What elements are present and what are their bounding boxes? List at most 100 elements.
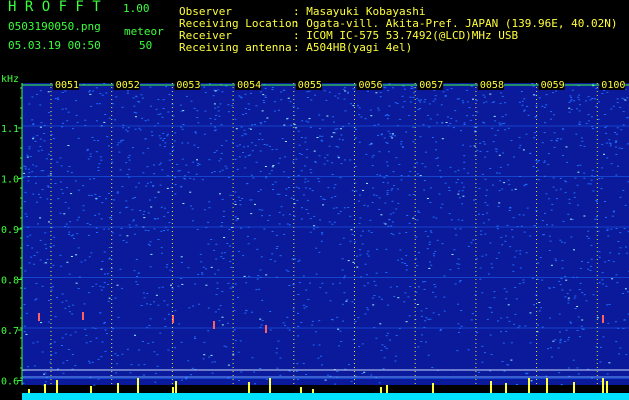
noise-dot <box>228 176 231 178</box>
noise-dot <box>444 182 447 184</box>
noise-dot <box>321 233 324 235</box>
noise-dot <box>622 293 624 294</box>
noise-dot <box>343 207 346 209</box>
noise-dot <box>426 198 429 199</box>
noise-dot <box>77 137 80 139</box>
noise-dot <box>526 207 529 209</box>
noise-dot <box>349 215 352 217</box>
noise-dot <box>31 119 34 121</box>
noise-dot <box>89 153 92 155</box>
noise-dot <box>65 108 68 110</box>
noise-dot <box>173 140 176 142</box>
noise-dot <box>23 287 26 289</box>
noise-dot <box>383 86 386 88</box>
noise-dot <box>321 232 324 234</box>
noise-dot <box>612 261 615 263</box>
noise-dot <box>338 93 341 95</box>
noise-dot <box>575 133 578 135</box>
noise-dot <box>378 296 381 298</box>
noise-dot <box>300 154 303 156</box>
noise-dot <box>109 217 112 219</box>
noise-dot <box>218 115 221 117</box>
noise-dot <box>95 151 98 153</box>
noise-dot <box>32 124 35 126</box>
noise-dot <box>184 178 186 180</box>
noise-dot <box>577 96 580 98</box>
noise-dot <box>31 171 34 173</box>
noise-dot <box>583 294 586 296</box>
noise-dot <box>344 90 347 92</box>
noise-dot <box>514 313 517 315</box>
noise-dot <box>508 210 511 211</box>
noise-dot <box>243 146 246 148</box>
noise-dot <box>609 143 612 145</box>
noise-dot <box>88 234 90 236</box>
noise-dot <box>551 203 554 205</box>
noise-dot <box>458 98 460 100</box>
noise-dot <box>52 264 55 266</box>
noise-dot <box>483 122 486 124</box>
noise-dot <box>275 248 278 249</box>
noise-dot <box>201 272 204 274</box>
noise-dot <box>23 304 26 306</box>
noise-dot <box>385 347 388 349</box>
noise-dot <box>61 108 64 110</box>
noise-dot <box>501 95 504 97</box>
noise-dot <box>536 169 539 171</box>
noise-dot <box>194 131 197 133</box>
meteor-echo <box>213 321 215 329</box>
noise-dot <box>425 307 428 309</box>
noise-dot <box>248 275 251 277</box>
noise-dot <box>273 110 276 112</box>
noise-dot <box>400 175 403 176</box>
noise-dot <box>239 200 242 201</box>
noise-dot <box>394 135 396 137</box>
noise-dot <box>307 299 310 300</box>
noise-dot <box>114 353 117 355</box>
noise-dot <box>624 204 627 206</box>
noise-dot <box>334 128 337 130</box>
noise-dot <box>547 153 550 155</box>
noise-dot <box>496 225 499 227</box>
noise-dot <box>578 289 581 291</box>
noise-dot <box>92 90 95 92</box>
noise-dot <box>140 94 143 96</box>
noise-dot <box>573 297 576 299</box>
noise-dot <box>386 114 389 116</box>
noise-dot <box>40 149 43 151</box>
noise-dot <box>319 196 322 198</box>
noise-dot <box>67 145 70 146</box>
noise-dot <box>159 144 162 146</box>
noise-dot <box>96 232 98 233</box>
noise-dot <box>36 341 39 343</box>
noise-dot <box>39 126 42 128</box>
noise-dot <box>577 316 580 318</box>
noise-dot <box>388 219 391 221</box>
noise-dot <box>219 171 221 173</box>
noise-dot <box>597 118 600 120</box>
noise-dot <box>391 134 394 136</box>
noise-dot <box>385 272 388 273</box>
noise-dot <box>569 321 572 323</box>
noise-dot <box>45 247 48 249</box>
noise-dot <box>385 175 388 176</box>
noise-dot <box>383 357 386 359</box>
noise-dot <box>595 216 598 218</box>
noise-dot <box>65 300 68 302</box>
noise-dot <box>601 93 604 94</box>
noise-dot <box>162 108 165 109</box>
noise-dot <box>119 169 122 171</box>
noise-dot <box>576 330 579 331</box>
noise-dot <box>213 249 216 251</box>
noise-dot <box>156 218 159 220</box>
noise-dot <box>518 283 521 285</box>
noise-dot <box>410 86 413 87</box>
noise-dot <box>468 107 471 109</box>
noise-dot <box>257 191 260 193</box>
noise-dot <box>319 287 322 289</box>
noise-dot <box>512 264 515 266</box>
noise-dot <box>428 267 431 269</box>
noise-dot <box>457 267 460 269</box>
noise-dot <box>154 197 157 199</box>
noise-dot <box>171 288 174 290</box>
